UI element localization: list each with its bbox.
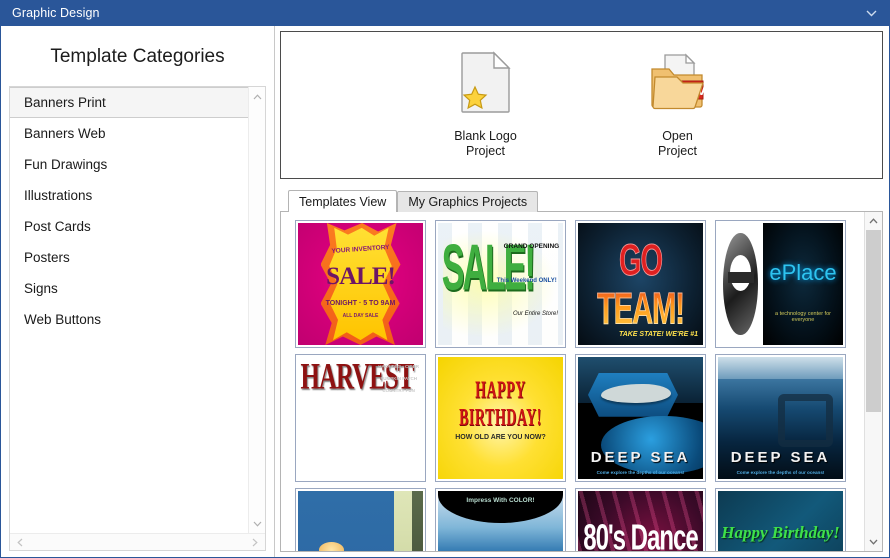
categories-vertical-scrollbar[interactable] (248, 87, 265, 533)
template-text: DEEP SEA (590, 448, 691, 466)
sidebar-item-post-cards[interactable]: Post Cards (10, 211, 248, 242)
sidebar-item-banners-web[interactable]: Banners Web (10, 118, 248, 149)
page-title: Template Categories (50, 46, 225, 67)
sidebar-item-fun-drawings[interactable]: Fun Drawings (10, 149, 248, 180)
templates-grid: YOUR INVENTORY SALE! TONIGHT · 5 TO 9AM … (281, 212, 864, 551)
sidebar-item-signs[interactable]: Signs (10, 273, 248, 304)
window-title: Graphic Design (12, 6, 100, 20)
template-text: PUMPKIN PATCH (380, 376, 418, 381)
template-thumbnail-harvest[interactable]: HARVEST HAYRIDES · CIDER PUMPKIN PATCH C… (295, 354, 426, 482)
template-thumbnail-eighties-dance[interactable]: 80's Dance (575, 488, 706, 551)
template-text: This Weekend ONLY! (496, 277, 557, 284)
template-thumbnail-green-sale[interactable]: SALE! GRAND OPENING This Weekend ONLY! O… (435, 220, 566, 348)
project-tile-label: Open Project (658, 129, 697, 159)
sidebar-item-posters[interactable]: Posters (10, 242, 248, 273)
sidebar-item-label: Banners Web (24, 126, 106, 141)
tab-label: My Graphics Projects (408, 195, 528, 209)
sidebar-item-label: Banners Print (24, 95, 106, 110)
open-project-button[interactable]: LDSV Open Project (624, 51, 732, 159)
project-tile-label-line1: Open (662, 129, 693, 143)
title-bar: Graphic Design (1, 0, 889, 26)
sidebar-item-label: Fun Drawings (24, 157, 108, 172)
template-thumbnail-go-team[interactable]: GO TEAM! TAKE STATE! WE'RE #1 (575, 220, 706, 348)
sidebar-item-label: Posters (24, 250, 70, 265)
tab-label: Templates View (299, 194, 387, 209)
categories-list: Banners Print Banners Web Fun Drawings I… (10, 87, 248, 533)
template-thumbnail-happy-birthday-green[interactable]: Happy Birthday! (715, 488, 846, 551)
template-text: DEEP SEA (730, 448, 831, 466)
chevron-down-icon[interactable] (865, 533, 883, 551)
open-folder-icon: LDSV (649, 51, 707, 118)
sidebar-item-label: Web Buttons (24, 312, 102, 327)
blank-logo-project-button[interactable]: Blank Logo Project (432, 51, 540, 159)
categories-horizontal-scrollbar[interactable] (10, 533, 265, 550)
sidebar-item-label: Signs (24, 281, 58, 296)
sidebar-item-label: Post Cards (24, 219, 91, 234)
chevron-up-icon[interactable] (865, 212, 883, 230)
chevron-right-icon[interactable] (248, 535, 262, 549)
sidebar-item-illustrations[interactable]: Illustrations (10, 180, 248, 211)
template-thumbnail-pink-sale[interactable]: YOUR INVENTORY SALE! TONIGHT · 5 TO 9AM … (295, 220, 426, 348)
template-thumbnail-eplace[interactable]: ePlace a technology center for everyone (715, 220, 846, 348)
blank-document-star-icon (460, 51, 512, 118)
project-tile-label-line1: Blank Logo (454, 129, 517, 143)
template-text: TAKE STATE! WE'RE #1 (618, 330, 698, 338)
template-text: a technology center for everyone (775, 310, 831, 323)
scrollbar-thumb[interactable] (866, 230, 881, 412)
application-window: Graphic Design Template Categories Banne… (0, 0, 890, 558)
chevron-up-icon[interactable] (250, 89, 265, 104)
template-text: GRAND OPENING (503, 242, 560, 250)
templates-vertical-scrollbar[interactable] (864, 212, 882, 551)
chevron-down-icon[interactable] (863, 5, 879, 21)
project-tile-label: Blank Logo Project (454, 129, 517, 159)
template-text: Happy Birthday! (721, 522, 840, 542)
templates-panel: YOUR INVENTORY SALE! TONIGHT · 5 TO 9AM … (280, 211, 883, 552)
project-actions-panel: Blank Logo Project LDSV (280, 31, 883, 179)
sidebar-item-banners-print[interactable]: Banners Print (10, 87, 248, 118)
template-thumbnail-deep-sea-water[interactable]: DEEP SEA Come explore the depths of our … (715, 354, 846, 482)
template-text: SALE! (326, 263, 396, 291)
categories-listbox[interactable]: Banners Print Banners Web Fun Drawings I… (9, 86, 266, 551)
template-text: Come explore the depths of our oceans! (596, 470, 685, 476)
project-tile-label-line2: Project (658, 144, 697, 158)
tab-strip: Templates View My Graphics Projects (280, 190, 883, 212)
template-thumbnail-happy-birthday-yellow[interactable]: HAPPY BIRTHDAY! HOW OLD ARE YOU NOW? (435, 354, 566, 482)
main-pane: Blank Logo Project LDSV (275, 26, 889, 557)
template-thumbnail-impress-with-color[interactable]: Impress With COLOR! (435, 488, 566, 551)
template-text: GO TEAM! (581, 236, 701, 335)
categories-pane: Template Categories Banners Print Banner… (1, 26, 275, 557)
project-tile-label-line2: Project (466, 144, 505, 158)
template-text: Our Entire Store! (512, 310, 558, 317)
template-text: COUNTRY FUN (382, 388, 415, 393)
template-text: TONIGHT · 5 TO 9AM (325, 299, 396, 307)
template-text: HAYRIDES · CIDER (378, 364, 420, 369)
template-text: HOW OLD ARE YOU NOW? (455, 433, 546, 441)
template-text: Impress With COLOR! (466, 497, 535, 505)
template-text: Come explore the depths of our oceans! (736, 470, 825, 476)
window-body: Template Categories Banners Print Banner… (1, 26, 889, 557)
chevron-down-icon[interactable] (250, 516, 265, 531)
tab-templates-view[interactable]: Templates View (288, 190, 398, 212)
template-thumbnail-deep-sea-shark[interactable]: DEEP SEA Come explore the depths of our … (575, 354, 706, 482)
sidebar-item-label: Illustrations (24, 188, 93, 203)
chevron-left-icon[interactable] (13, 535, 27, 549)
template-text: 80's Dance (583, 517, 698, 551)
template-text: ePlace (769, 259, 837, 285)
template-text: HAPPY BIRTHDAY! (459, 378, 542, 432)
tab-my-graphics-projects[interactable]: My Graphics Projects (397, 191, 539, 212)
sidebar-item-web-buttons[interactable]: Web Buttons (10, 304, 248, 335)
template-thumbnail-sky-sunset[interactable] (295, 488, 426, 551)
template-text: ALL DAY SALE (342, 313, 379, 320)
